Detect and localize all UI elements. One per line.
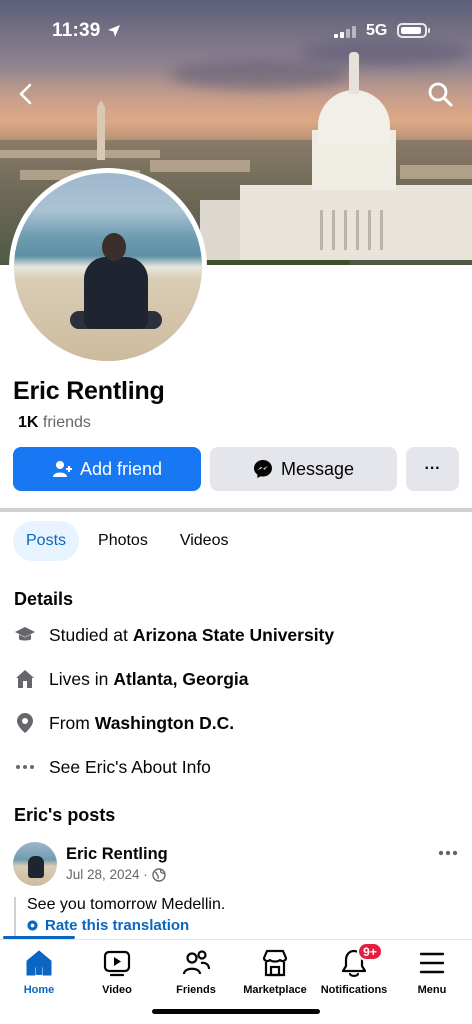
profile-avatar[interactable] <box>9 168 207 366</box>
detail-lives-in[interactable]: Lives in Atlanta, Georgia <box>14 667 249 691</box>
profile-tabs: Posts Photos Videos <box>13 521 247 561</box>
status-bar: 11:39 5G <box>0 0 472 60</box>
signal-icon <box>334 26 360 38</box>
nav-friends-label: Friends <box>176 984 216 996</box>
home-icon <box>24 948 54 978</box>
home-icon <box>14 668 36 690</box>
detail-lives-in-prefix: Lives in <box>49 668 109 689</box>
detail-hometown[interactable]: From Washington D.C. <box>14 711 234 735</box>
cover-cloud <box>170 60 350 90</box>
avatar-person <box>70 233 162 333</box>
detail-lives-in-value: Atlanta, Georgia <box>113 668 249 689</box>
tab-photos[interactable]: Photos <box>85 521 161 561</box>
post-options-icon[interactable] <box>436 843 460 863</box>
detail-about-info-label: See Eric's About Info <box>49 756 211 777</box>
back-icon[interactable] <box>12 80 40 108</box>
post-meta: Jul 28, 2024 · <box>66 867 166 882</box>
more-actions-button[interactable]: ··· <box>406 447 459 491</box>
globe-icon <box>152 867 166 882</box>
messenger-icon <box>253 460 272 478</box>
nav-video-label: Video <box>102 984 132 996</box>
home-indicator[interactable] <box>152 1009 320 1014</box>
message-button[interactable]: Message <box>210 447 397 491</box>
rate-translation-label: Rate this translation <box>45 917 190 934</box>
network-type: 5G <box>366 22 388 39</box>
settings-gear-icon <box>27 920 38 931</box>
post-text: See you tomorrow Medellin. <box>27 896 226 913</box>
marketplace-icon <box>260 948 290 978</box>
profile-name: Eric Rentling <box>13 377 165 405</box>
friends-count-label: friends <box>42 414 91 431</box>
status-time: 11:39 <box>52 20 101 41</box>
nav-notifications-label: Notifications <box>320 984 388 996</box>
nav-home-label: Home <box>23 984 55 996</box>
add-friend-label: Add friend <box>79 458 163 479</box>
notifications-badge: 9+ <box>357 942 383 961</box>
nav-menu[interactable]: Menu <box>385 948 472 1002</box>
video-icon <box>102 948 132 978</box>
post-author-name[interactable]: Eric Rentling <box>66 845 168 864</box>
friends-count[interactable]: 1K friends <box>18 414 91 432</box>
add-person-icon <box>52 461 72 477</box>
rate-translation-link[interactable]: Rate this translation <box>26 917 189 934</box>
post-author-avatar[interactable] <box>13 842 57 886</box>
detail-hometown-value: Washington D.C. <box>94 712 235 733</box>
friends-count-value: 1K <box>18 414 39 431</box>
more-dots-icon: ··· <box>424 460 441 477</box>
battery-icon <box>397 23 430 38</box>
post-quote-bar <box>14 897 16 937</box>
friends-icon <box>181 948 211 978</box>
search-icon[interactable] <box>426 80 454 108</box>
post-date: Jul 28, 2024 · <box>66 867 148 882</box>
posts-title: Eric's posts <box>14 805 116 825</box>
menu-icon <box>417 948 447 978</box>
tab-videos[interactable]: Videos <box>167 521 242 561</box>
more-dots-icon <box>14 756 36 778</box>
section-divider <box>0 508 472 512</box>
washington-monument <box>97 100 105 160</box>
bell-icon: 9+ <box>339 942 383 978</box>
graduation-cap-icon <box>14 624 36 646</box>
details-title: Details <box>14 589 74 609</box>
tab-posts[interactable]: Posts <box>13 521 80 561</box>
location-pin-icon <box>14 712 36 734</box>
message-label: Message <box>280 458 355 479</box>
detail-education[interactable]: Studied at Arizona State University <box>14 623 334 647</box>
detail-hometown-prefix: From <box>49 712 90 733</box>
nav-marketplace-label: Marketplace <box>243 984 307 996</box>
nav-menu-label: Menu <box>417 984 447 996</box>
location-arrow-icon <box>108 25 120 37</box>
detail-about-info[interactable]: See Eric's About Info <box>14 755 211 779</box>
add-friend-button[interactable]: Add friend <box>13 447 201 491</box>
detail-education-prefix: Studied at <box>49 624 128 645</box>
detail-education-value: Arizona State University <box>132 624 335 645</box>
avatar-photo <box>14 173 202 361</box>
